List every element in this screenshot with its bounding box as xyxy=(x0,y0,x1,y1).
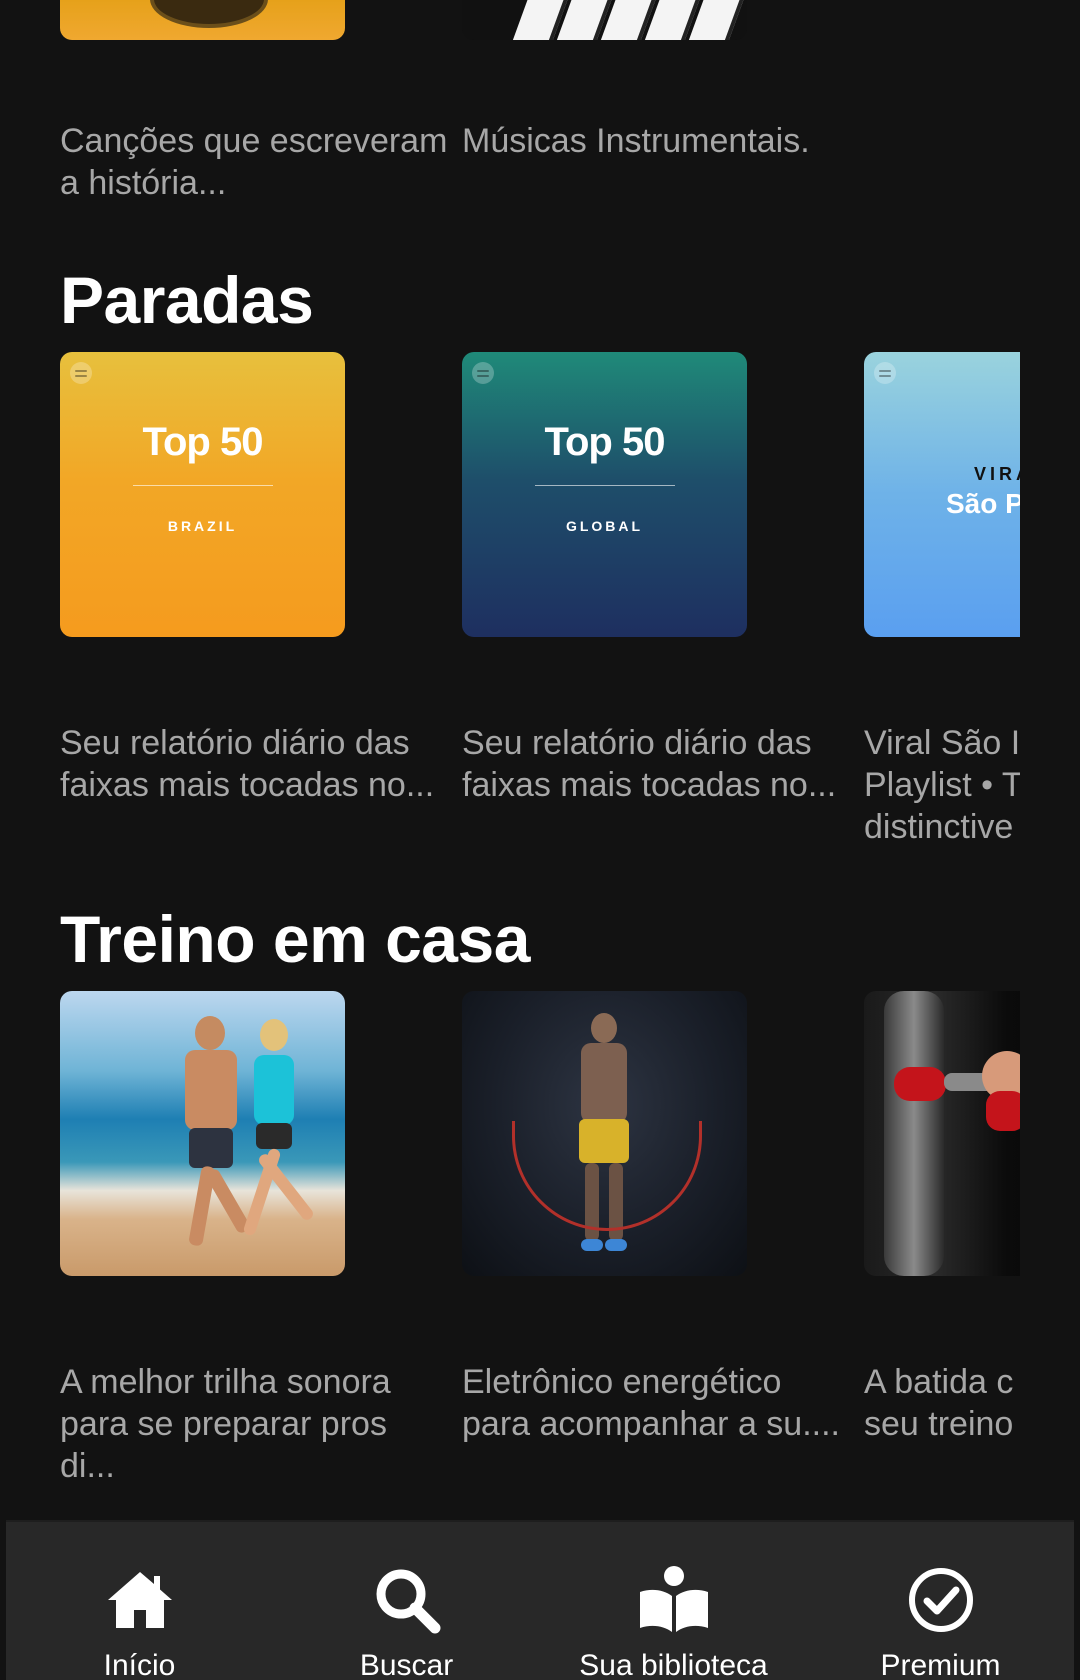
playlist-description: Seu relatório diário das faixas mais toc… xyxy=(462,724,837,804)
cover-subtitle: GLOBAL xyxy=(565,518,644,534)
playlist-cover-image xyxy=(60,991,345,1276)
playlist-cover: Top 50 GLOBAL xyxy=(462,352,747,637)
spotify-logo-icon xyxy=(472,362,494,384)
playlist-card-viral[interactable]: VIRA São Pa Viral São I Playlist • T dis… xyxy=(864,352,1020,846)
previous-section-row: Canções que escreveram a história... Mús… xyxy=(60,0,1020,220)
punching-bag xyxy=(884,991,944,1276)
playlist-card-workout-1[interactable]: A melhor trilha sonora para se preparar … xyxy=(60,991,391,1485)
cover-title: VIRA xyxy=(974,464,1020,484)
spotify-logo-icon xyxy=(874,362,896,384)
playlist-description: A batida c seu treino xyxy=(864,1363,1014,1443)
spotify-logo-icon xyxy=(70,362,92,384)
nav-item-buscar[interactable]: Buscar xyxy=(273,1522,540,1680)
cover-subtitle: BRAZIL xyxy=(167,518,238,534)
nav-label: Premium xyxy=(880,1649,1001,1680)
search-icon xyxy=(376,1569,440,1634)
section-title: Treino em casa xyxy=(60,902,530,976)
playlist-description: Canções que escreveram a história... xyxy=(60,122,448,202)
cover-title: Top 50 xyxy=(142,420,264,464)
nav-item-inicio[interactable]: Início xyxy=(6,1522,273,1680)
section-title: Paradas xyxy=(60,263,314,337)
boxing-glove xyxy=(894,1067,946,1101)
card-row: A melhor trilha sonora para se preparar … xyxy=(60,991,1020,1491)
nav-item-sua-biblioteca[interactable]: Sua biblioteca xyxy=(540,1522,807,1680)
playlist-description: Seu relatório diário das faixas mais toc… xyxy=(60,724,435,804)
cover-divider xyxy=(132,485,273,486)
cover-subtitle: São Pa xyxy=(946,488,1020,519)
playlist-description: Eletrônico energético para acompanhar a … xyxy=(462,1363,841,1443)
bottom-navigation-bar: Início Buscar Sua biblioteca Premium xyxy=(6,1520,1074,1680)
premium-icon xyxy=(908,1568,973,1632)
section-paradas: Paradas Top 50 BRAZIL Seu relatório diár… xyxy=(0,262,1080,852)
cover-divider xyxy=(534,485,675,486)
playlist-cover: VIRA São Pa xyxy=(864,352,1020,637)
playlist-card-workout-3[interactable]: A batida c seu treino xyxy=(864,991,1020,1443)
playlist-card[interactable]: Músicas Instrumentais. xyxy=(462,0,810,160)
playlist-card-workout-2[interactable]: Eletrônico energético para acompanhar a … xyxy=(462,991,840,1443)
library-icon xyxy=(639,1566,708,1632)
home-icon xyxy=(107,1572,172,1628)
playlist-cover: Top 50 BRAZIL xyxy=(60,352,345,637)
nav-label: Início xyxy=(103,1649,176,1680)
playlist-description: A melhor trilha sonora para se preparar … xyxy=(60,1363,391,1485)
playlist-cover-image xyxy=(864,991,1020,1276)
section-treino-em-casa: Treino em casa A melhor trilha sonora pa… xyxy=(0,901,1080,1491)
jump-rope xyxy=(512,1121,702,1231)
playlist-card-top50-brazil[interactable]: Top 50 BRAZIL Seu relatório diário das f… xyxy=(60,352,434,804)
playlist-cover xyxy=(462,0,747,40)
playlist-description: Viral São I Playlist • T distinctive xyxy=(864,724,1020,846)
playlist-card[interactable]: Canções que escreveram a história... xyxy=(60,0,447,202)
nav-label: Buscar xyxy=(359,1649,454,1680)
playlist-card-top50-global[interactable]: Top 50 GLOBAL Seu relatório diário das f… xyxy=(462,352,836,804)
nav-label: Sua biblioteca xyxy=(579,1649,768,1680)
playlist-cover xyxy=(60,0,345,40)
card-row: Top 50 BRAZIL Seu relatório diário das f… xyxy=(60,352,1020,852)
cover-title: Top 50 xyxy=(544,420,666,464)
home-screen: Canções que escreveram a história... Mús… xyxy=(0,0,1080,1680)
playlist-description: Músicas Instrumentais. xyxy=(462,122,810,160)
playlist-cover-image xyxy=(462,991,747,1276)
nav-item-premium[interactable]: Premium xyxy=(807,1522,1074,1680)
